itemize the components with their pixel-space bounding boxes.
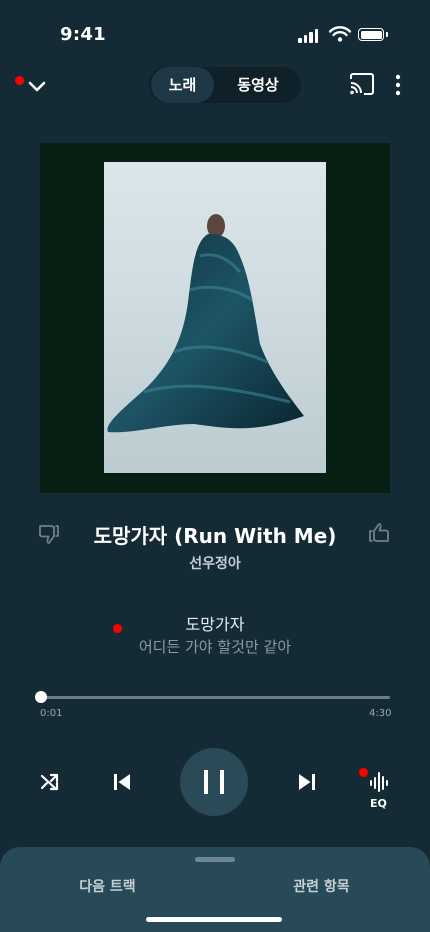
- lyrics-next-line[interactable]: 어디든 가야 할것만 같아: [0, 636, 430, 657]
- lyrics-current-line[interactable]: 도망가자: [0, 611, 430, 635]
- next-icon[interactable]: [298, 773, 316, 795]
- tab-video[interactable]: 동영상: [216, 67, 300, 103]
- bottom-sheet-handle[interactable]: [195, 857, 235, 862]
- more-vert-icon[interactable]: [394, 74, 402, 100]
- notification-dot: [359, 768, 368, 777]
- track-artist[interactable]: 선우정아: [0, 553, 430, 573]
- play-pause-button[interactable]: [180, 748, 248, 816]
- tab-song[interactable]: 노래: [151, 67, 214, 103]
- total-time: 4:30: [369, 708, 392, 719]
- battery-icon: [358, 28, 384, 41]
- shuffle-icon[interactable]: [40, 772, 60, 796]
- album-artwork: [104, 162, 326, 473]
- elapsed-time: 0:01: [40, 708, 63, 719]
- progress-track[interactable]: [41, 696, 390, 699]
- battery-tip: [386, 32, 388, 37]
- equalizer-icon[interactable]: [369, 771, 389, 797]
- pause-icon: [204, 770, 224, 794]
- chevron-down-icon[interactable]: [28, 78, 46, 97]
- tab-related[interactable]: 관련 항목: [244, 876, 399, 896]
- cast-icon[interactable]: [349, 73, 375, 99]
- home-indicator[interactable]: [146, 917, 282, 922]
- previous-icon[interactable]: [113, 773, 131, 795]
- song-video-toggle: 노래 동영상: [149, 67, 301, 103]
- equalizer-label[interactable]: EQ: [370, 797, 387, 810]
- progress-thumb[interactable]: [35, 691, 47, 703]
- wifi-icon: [328, 26, 352, 46]
- status-time: 9:41: [60, 24, 106, 45]
- tab-up-next[interactable]: 다음 트랙: [30, 876, 185, 896]
- cellular-signal-icon: [298, 29, 318, 43]
- notification-dot: [15, 76, 24, 85]
- thumb-up-icon[interactable]: [368, 522, 390, 548]
- track-title: 도망가자 (Run With Me): [93, 524, 337, 548]
